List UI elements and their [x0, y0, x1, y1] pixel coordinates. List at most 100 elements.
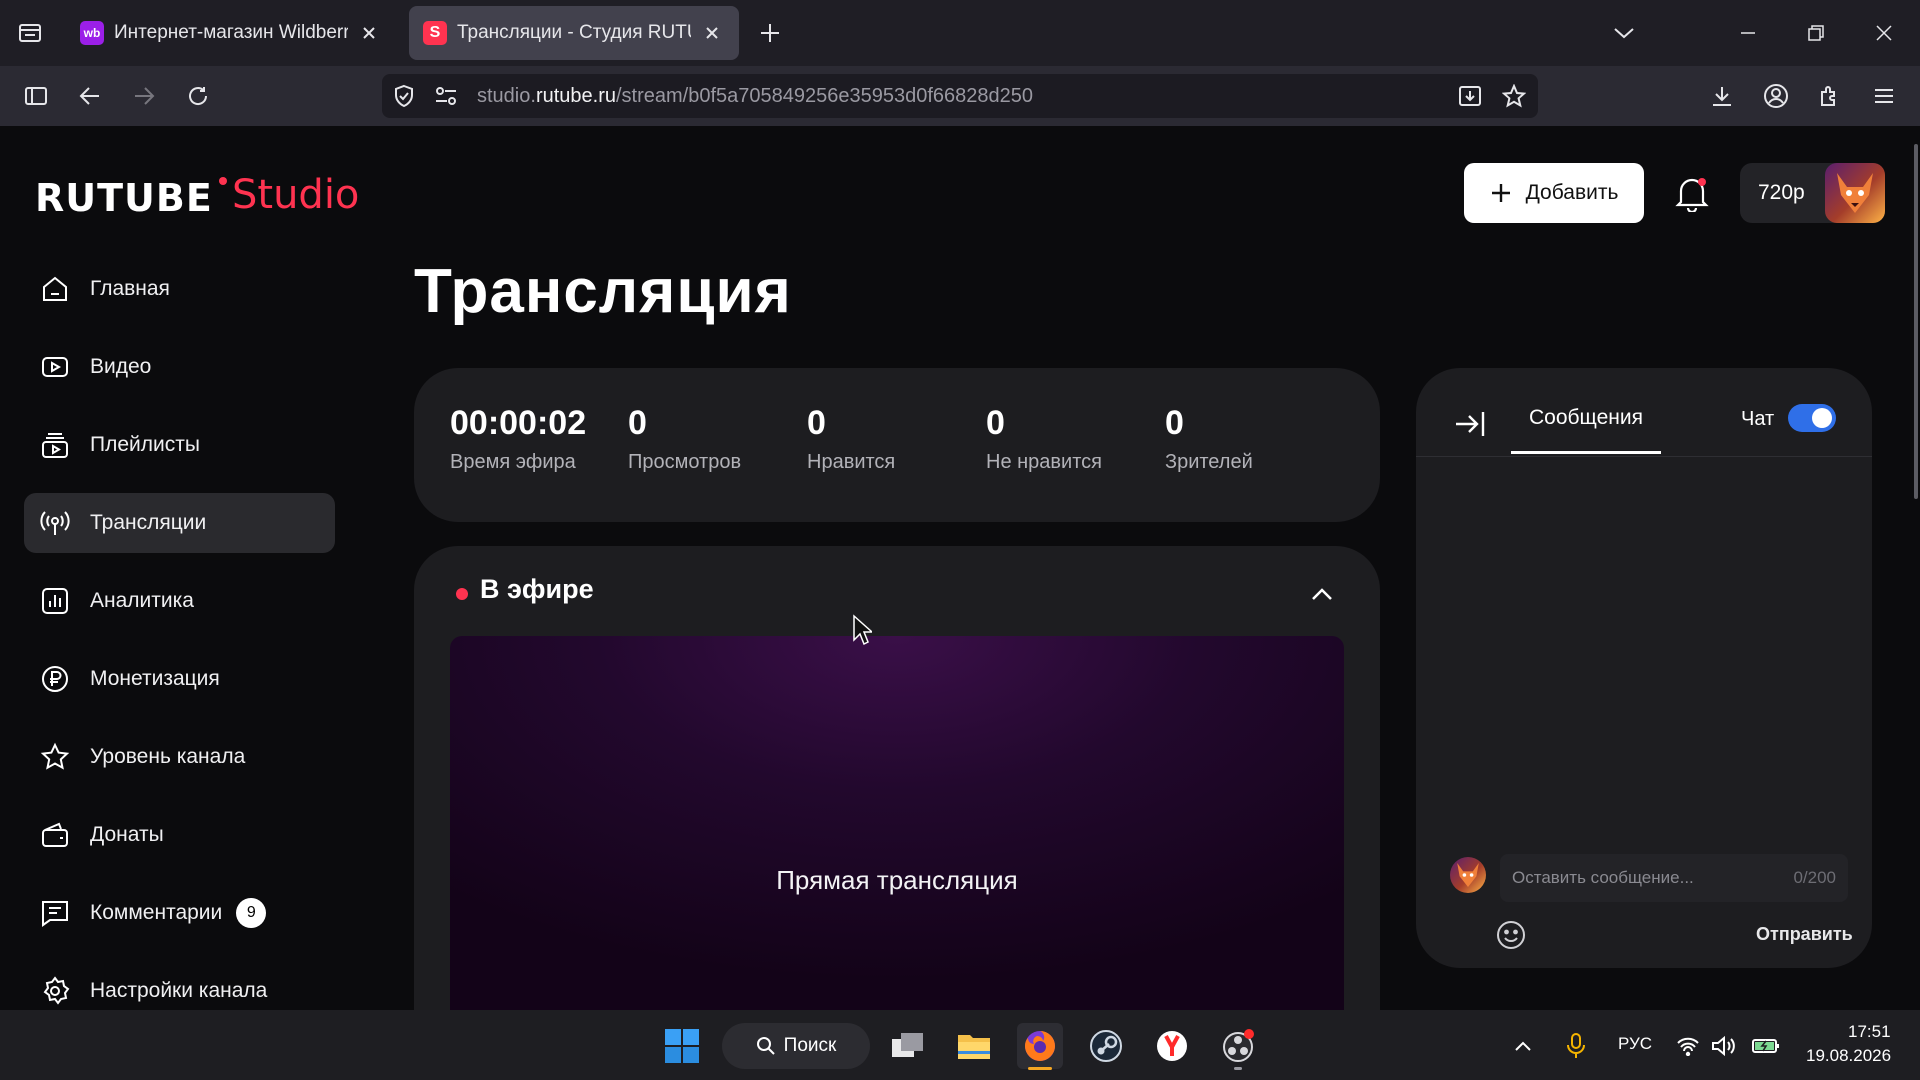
- tab-title: Интернет-магазин Wildberries:: [114, 22, 348, 43]
- sidebar-item-comments[interactable]: Комментарии 9: [24, 883, 335, 943]
- sidebar-toggle-icon[interactable]: [18, 78, 54, 114]
- chat-message-field[interactable]: 0/200: [1500, 854, 1848, 902]
- address-bar[interactable]: studio.rutube.ru/stream/b0f5a705849256e3…: [382, 74, 1538, 118]
- taskbar-search-label: Поиск: [783, 1035, 837, 1056]
- logo-dot: [219, 177, 227, 185]
- stat-value: 00:00:02: [450, 404, 587, 442]
- sidebar-item-label: Уровень канала: [90, 745, 246, 768]
- page-scrollbar[interactable]: [1910, 126, 1920, 1010]
- add-button-label: Добавить: [1525, 181, 1619, 204]
- scrollbar-thumb[interactable]: [1914, 144, 1918, 499]
- browser-tab-rutube[interactable]: S Трансляции - Студия RUTUBE: [409, 6, 739, 60]
- live-status-label: В эфире: [480, 574, 594, 604]
- sidebar-item-broadcasts[interactable]: Трансляции: [24, 493, 335, 553]
- sidebar-item-label: Настройки канала: [90, 979, 268, 1002]
- show-hidden-icons-icon[interactable]: [1505, 1023, 1541, 1069]
- tab-dropdown-icon[interactable]: [1606, 15, 1642, 51]
- keyboard-language[interactable]: РУС: [1618, 1034, 1652, 1054]
- close-tab-icon[interactable]: [699, 20, 725, 46]
- sidebar-item-playlists[interactable]: Плейлисты: [24, 415, 335, 475]
- windows-start-icon[interactable]: [659, 1023, 705, 1069]
- windows-taskbar: Поиск РУС 17:51 19.08.2026: [0, 1010, 1920, 1080]
- sidebar-item-monetization[interactable]: Монетизация: [24, 649, 335, 709]
- stream-preview-text: Прямая трансляция: [776, 865, 1018, 895]
- studio-page: RUTUBE Studio Главная Видео Плейлисты Тр…: [0, 126, 1920, 1010]
- stat-dislikes: 0 Не нравится: [986, 404, 1102, 474]
- browser-nav-bar: studio.rutube.ru/stream/b0f5a705849256e3…: [0, 66, 1920, 126]
- sidebar-item-label: Аналитика: [90, 589, 194, 612]
- browser-tab-wildberries[interactable]: wb Интернет-магазин Wildberries:: [66, 6, 396, 60]
- tab-list-icon[interactable]: [12, 15, 48, 51]
- sidebar-item-label: Донаты: [90, 823, 164, 846]
- notifications-bell-icon[interactable]: [1670, 172, 1714, 216]
- new-tab-icon[interactable]: [752, 15, 788, 51]
- quality-label: 720p: [1758, 181, 1805, 204]
- firefox-taskbar-icon[interactable]: [1017, 1023, 1063, 1070]
- add-button[interactable]: Добавить: [1464, 163, 1644, 223]
- stat-value: 0: [807, 404, 826, 442]
- url-text[interactable]: studio.rutube.ru/stream/b0f5a705849256e3…: [477, 74, 1033, 118]
- avatar[interactable]: [1825, 163, 1885, 223]
- quality-and-avatar[interactable]: 720p: [1740, 163, 1885, 223]
- downloads-icon[interactable]: [1704, 78, 1740, 114]
- back-icon[interactable]: [72, 78, 108, 114]
- steam-icon[interactable]: [1083, 1023, 1129, 1069]
- task-view-icon[interactable]: [885, 1023, 931, 1069]
- yandex-browser-icon[interactable]: [1149, 1023, 1195, 1069]
- playlist-icon: [38, 428, 72, 462]
- wifi-icon[interactable]: [1672, 1023, 1704, 1069]
- sidebar-item-donations[interactable]: Донаты: [24, 805, 335, 865]
- search-icon: [756, 1036, 776, 1056]
- shield-icon[interactable]: [386, 78, 422, 114]
- logo-brand: RUTUBE: [35, 176, 213, 220]
- microphone-icon[interactable]: [1558, 1023, 1594, 1069]
- obs-studio-icon[interactable]: [1215, 1023, 1261, 1070]
- sidebar-item-channel-level[interactable]: Уровень канала: [24, 727, 335, 787]
- file-explorer-icon[interactable]: [951, 1023, 997, 1069]
- char-counter: 0/200: [1793, 868, 1836, 887]
- sidebar-item-video[interactable]: Видео: [24, 337, 335, 397]
- stat-label: Не нравится: [986, 451, 1102, 473]
- sidebar-item-label: Главная: [90, 277, 170, 300]
- site-permissions-icon[interactable]: [428, 78, 464, 114]
- stream-preview[interactable]: Прямая трансляция: [450, 636, 1344, 1010]
- minimize-window-icon[interactable]: [1730, 15, 1766, 51]
- forward-icon[interactable]: [126, 78, 162, 114]
- close-window-icon[interactable]: [1866, 15, 1902, 51]
- restore-window-icon[interactable]: [1798, 15, 1834, 51]
- stream-stats-card: 00:00:02 Время эфира 0 Просмотров 0 Нрав…: [414, 368, 1380, 522]
- reload-icon[interactable]: [180, 78, 216, 114]
- battery-charging-icon[interactable]: [1748, 1023, 1784, 1069]
- volume-icon[interactable]: [1707, 1023, 1739, 1069]
- tab-messages[interactable]: Сообщения: [1511, 396, 1661, 456]
- bookmark-star-icon[interactable]: [1496, 78, 1532, 114]
- install-app-icon[interactable]: [1452, 78, 1488, 114]
- chat-message-input[interactable]: [1500, 854, 1804, 902]
- browser-tab-bar: wb Интернет-магазин Wildberries: S Транс…: [0, 0, 1920, 66]
- close-tab-icon[interactable]: [356, 20, 382, 46]
- rutube-favicon: S: [423, 21, 447, 45]
- clock-time[interactable]: 17:51: [1848, 1022, 1891, 1042]
- stat-value: 0: [1165, 404, 1184, 442]
- chat-toggle-label: Чат: [1741, 408, 1775, 430]
- menu-icon[interactable]: [1866, 78, 1902, 114]
- sidebar-item-channel-settings[interactable]: Настройки канала: [24, 961, 335, 1010]
- emoji-icon[interactable]: [1494, 918, 1528, 952]
- chat-avatar: [1450, 857, 1486, 893]
- taskbar-search[interactable]: Поиск: [722, 1023, 870, 1069]
- clock-date[interactable]: 19.08.2026: [1806, 1046, 1891, 1066]
- collapse-panel-icon[interactable]: [1452, 406, 1488, 442]
- tab-messages-label: Сообщения: [1529, 406, 1643, 429]
- send-button[interactable]: Отправить: [1756, 916, 1853, 952]
- ruble-icon: [38, 662, 72, 696]
- account-icon[interactable]: [1758, 78, 1794, 114]
- collapse-chevron-up-icon[interactable]: [1304, 576, 1340, 612]
- chat-toggle[interactable]: [1788, 404, 1836, 432]
- stat-label: Время эфира: [450, 451, 576, 473]
- sidebar-item-home[interactable]: Главная: [24, 259, 335, 319]
- stat-likes: 0 Нравится: [807, 404, 895, 474]
- extensions-icon[interactable]: [1812, 78, 1848, 114]
- analytics-icon: [38, 584, 72, 618]
- home-icon: [38, 272, 72, 306]
- sidebar-item-analytics[interactable]: Аналитика: [24, 571, 335, 631]
